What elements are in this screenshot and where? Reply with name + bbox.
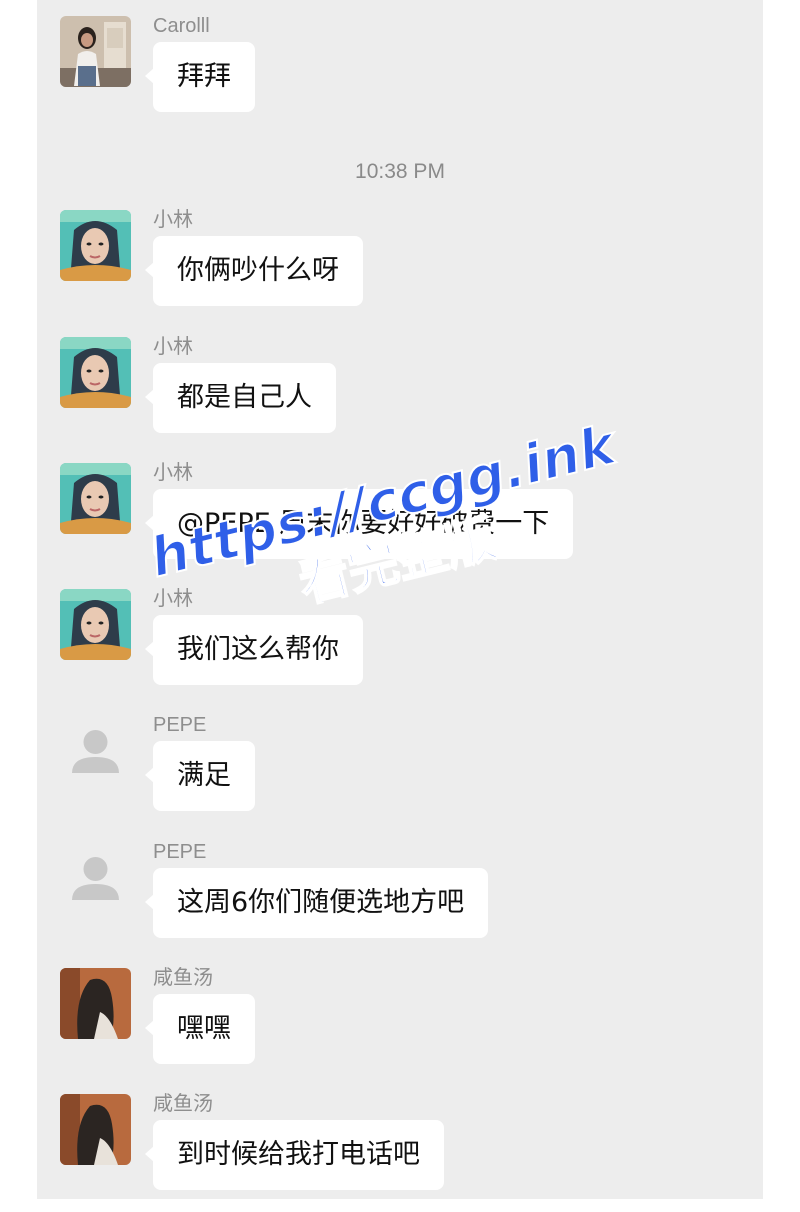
sender-name: 小林 <box>153 209 193 231</box>
sender-name: 小林 <box>153 588 193 610</box>
sender-name: Carolll <box>153 15 210 37</box>
sender-name: 咸鱼汤 <box>153 967 213 989</box>
avatar-xiaolin-photo[interactable] <box>60 210 131 281</box>
message-bubble[interactable]: 拜拜 <box>145 42 255 112</box>
avatar-carolll-photo[interactable] <box>60 16 131 87</box>
avatar-xiaolin-photo[interactable] <box>60 463 131 534</box>
message-row: PEPE 满足 <box>60 713 760 833</box>
message-row: 咸鱼汤 嘿嘿 <box>60 966 760 1086</box>
message-bubble[interactable]: 这周6你们随便选地方吧 <box>144 868 489 938</box>
message-row: 小林 我们这么帮你 <box>60 587 760 707</box>
message-row: 小林 你俩吵什么呀 <box>60 208 760 328</box>
sender-name: PEPE <box>153 714 207 736</box>
avatar-xiaolin-photo[interactable] <box>60 337 131 408</box>
avatar-xiaolin-photo[interactable] <box>60 589 131 660</box>
message-row: 小林 @PEPE 周末你要好好破费一下 <box>60 461 760 581</box>
sender-name: PEPE <box>153 841 207 863</box>
message-bubble[interactable]: 满足 <box>145 741 255 811</box>
message-row: Carolll 拜拜 <box>60 14 760 134</box>
message-bubble[interactable]: 都是自己人 <box>145 363 336 433</box>
sender-name: 小林 <box>153 336 193 358</box>
message-row: 咸鱼汤 到时候给我打电话吧 <box>60 1092 760 1212</box>
message-row: 小林 都是自己人 <box>60 335 760 455</box>
sender-name: 咸鱼汤 <box>153 1093 213 1115</box>
message-bubble[interactable]: 到时候给我打电话吧 <box>145 1120 444 1190</box>
message-bubble[interactable]: @PEPE 周末你要好好破费一下 <box>144 489 574 559</box>
default-person-icon[interactable] <box>60 842 131 913</box>
message-bubble[interactable]: 我们这么帮你 <box>145 615 363 685</box>
avatar-xianyutang-photo[interactable] <box>60 968 131 1039</box>
message-bubble[interactable]: 嘿嘿 <box>145 994 255 1064</box>
message-bubble[interactable]: 你俩吵什么呀 <box>145 236 363 306</box>
sender-name: 小林 <box>153 462 193 484</box>
avatar-xianyutang-photo[interactable] <box>60 1094 131 1165</box>
timestamp: 10:38 PM <box>355 160 445 183</box>
message-row: PEPE 这周6你们随便选地方吧 <box>60 840 760 960</box>
default-person-icon[interactable] <box>60 715 131 786</box>
